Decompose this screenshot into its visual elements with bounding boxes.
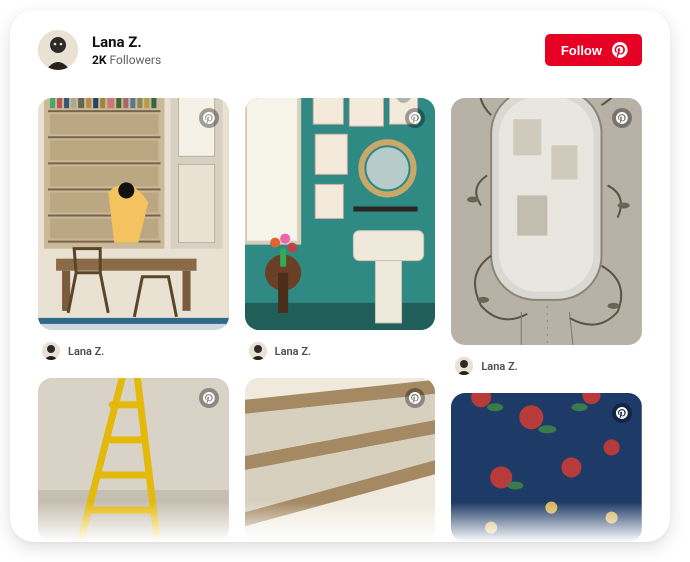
pinterest-badge-icon — [612, 403, 632, 423]
pin-attribution[interactable]: Lana Z. — [38, 340, 229, 368]
grid-column: Lana Z. — [38, 98, 229, 542]
author-name: Lana Z. — [481, 360, 517, 373]
profile-name[interactable]: Lana Z. — [92, 33, 161, 51]
pin-card[interactable] — [451, 393, 642, 542]
pin-grid: Lana Z. — [10, 70, 670, 542]
profile-header: Lana Z. 2K Followers Follow — [10, 10, 670, 70]
pin-card[interactable] — [38, 98, 229, 330]
followers-line: 2K Followers — [92, 53, 161, 67]
pinterest-badge-icon — [199, 108, 219, 128]
pin-card[interactable] — [245, 378, 436, 542]
pinterest-badge-icon — [199, 388, 219, 408]
pinterest-icon — [612, 42, 628, 58]
author-name: Lana Z. — [68, 345, 104, 358]
author-avatar — [42, 342, 60, 360]
author-avatar — [249, 342, 267, 360]
profile-avatar[interactable] — [38, 30, 78, 70]
followers-count: 2K — [92, 53, 107, 67]
followers-label: Followers — [110, 53, 162, 67]
profile-card: Lana Z. 2K Followers Follow — [10, 10, 670, 542]
grid-column: Lana Z. — [245, 98, 436, 542]
author-avatar — [455, 357, 473, 375]
grid-column: Lana Z. — [451, 98, 642, 542]
author-name: Lana Z. — [275, 345, 311, 358]
follow-button[interactable]: Follow — [545, 34, 642, 66]
follow-button-label: Follow — [561, 43, 602, 58]
pin-card[interactable] — [451, 98, 642, 345]
pin-attribution[interactable]: Lana Z. — [451, 355, 642, 383]
pinterest-badge-icon — [612, 108, 632, 128]
pin-card[interactable] — [38, 378, 229, 542]
profile-info: Lana Z. 2K Followers — [92, 33, 161, 67]
pin-card[interactable] — [245, 98, 436, 330]
pin-attribution[interactable]: Lana Z. — [245, 340, 436, 368]
